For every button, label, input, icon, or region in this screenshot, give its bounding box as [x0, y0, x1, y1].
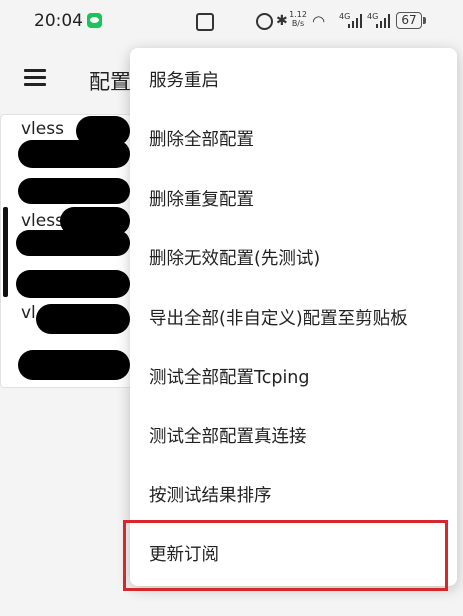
redaction-mark — [18, 178, 130, 204]
network-speed-value: 1.12 — [289, 10, 307, 19]
redaction-mark — [18, 140, 130, 168]
bluetooth-icon: ✱ — [276, 13, 288, 29]
nfc-icon — [196, 13, 214, 31]
battery-tip — [423, 17, 426, 24]
menu-item-delete-duplicate-configs[interactable]: 删除重复配置 — [130, 168, 457, 227]
menu-item-delete-all-configs[interactable]: 删除全部配置 — [130, 108, 457, 167]
menu-item-label: 删除全部配置 — [149, 130, 254, 150]
hamburger-menu-icon[interactable] — [24, 69, 46, 87]
wechat-notification-icon — [87, 13, 102, 28]
network-speed: 1.12 B/s — [289, 10, 307, 28]
wifi-icon: ◠ — [312, 12, 326, 30]
redaction-mark — [18, 350, 130, 380]
status-time: 20:04 — [34, 11, 83, 31]
signal-2-icon — [376, 14, 390, 28]
redaction-mark — [16, 230, 130, 256]
alarm-icon — [256, 13, 273, 30]
battery-icon: 67 — [396, 12, 422, 29]
signal-1-icon — [348, 14, 362, 28]
redaction-mark — [16, 270, 130, 298]
menu-item-delete-invalid-configs[interactable]: 删除无效配置(先测试) — [130, 227, 457, 286]
list-item-name: vless — [21, 119, 64, 139]
menu-item-test-tcping[interactable]: 测试全部配置Tcping — [130, 346, 457, 405]
menu-item-label: 服务重启 — [149, 71, 219, 91]
menu-item-label: 按测试结果排序 — [149, 486, 272, 506]
menu-item-label: 导出全部(非自定义)配置至剪贴板 — [149, 309, 408, 329]
redaction-mark — [36, 304, 130, 334]
list-item-name: vl — [21, 303, 36, 323]
menu-item-restart-service[interactable]: 服务重启 — [130, 49, 457, 108]
page-title: 配置 — [89, 70, 131, 94]
list-item-name: vless — [21, 211, 64, 231]
status-bar: 20:04 ✱ 1.12 B/s ◠ 4G 4G 67 — [0, 0, 463, 44]
highlight-box — [123, 520, 448, 591]
menu-item-test-real-connection[interactable]: 测试全部配置真连接 — [130, 405, 457, 464]
menu-item-export-to-clipboard[interactable]: 导出全部(非自定义)配置至剪贴板 — [130, 287, 457, 346]
overflow-menu: 服务重启 删除全部配置 删除重复配置 删除无效配置(先测试) 导出全部(非自定义… — [130, 48, 457, 586]
menu-item-sort-by-test-result[interactable]: 按测试结果排序 — [130, 464, 457, 523]
menu-item-label: 删除无效配置(先测试) — [149, 249, 321, 269]
menu-item-label: 删除重复配置 — [149, 190, 254, 210]
menu-item-label: 测试全部配置Tcping — [149, 368, 310, 388]
network-speed-unit: B/s — [291, 19, 305, 28]
menu-item-label: 测试全部配置真连接 — [149, 427, 307, 447]
